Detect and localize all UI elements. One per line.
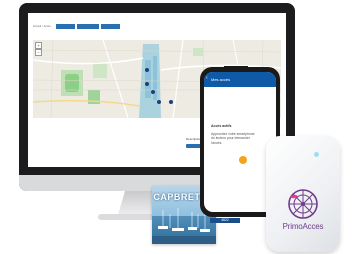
amount-badge-2: 4822 xyxy=(210,218,240,223)
zoom-out-button[interactable]: − xyxy=(35,49,42,56)
access-button[interactable] xyxy=(239,156,247,164)
access-reader-device: PrimoAcces xyxy=(266,136,340,252)
filter-button-2[interactable] xyxy=(76,24,99,29)
zoom-in-button[interactable]: + xyxy=(35,42,42,49)
phone-instruction-line-3: l'accès. xyxy=(211,140,223,145)
phone-body: Accès actifs Approchez votre smartphone … xyxy=(211,124,263,145)
status-led-icon xyxy=(314,152,319,157)
phone-header-title: Mes accès xyxy=(211,77,231,82)
stadium xyxy=(65,74,79,92)
map-zoom-control: + − xyxy=(35,42,42,56)
filter-button-3[interactable] xyxy=(100,24,120,29)
phone-notch xyxy=(224,66,248,71)
phone-app-header: ‹ Mes accès xyxy=(204,72,276,87)
reader-brand-text: PrimoAcces xyxy=(282,222,324,231)
primoacces-logo-icon xyxy=(288,189,318,219)
filter-button-1[interactable] xyxy=(55,24,75,29)
phone-heading: Accès actifs xyxy=(211,124,232,128)
back-arrow-icon[interactable]: ‹ xyxy=(206,76,208,81)
breadcrumb-label: Accueil > Accès xyxy=(33,25,51,28)
description-label: Description xyxy=(186,137,202,141)
breadcrumb: Accueil > Accès xyxy=(33,24,120,29)
